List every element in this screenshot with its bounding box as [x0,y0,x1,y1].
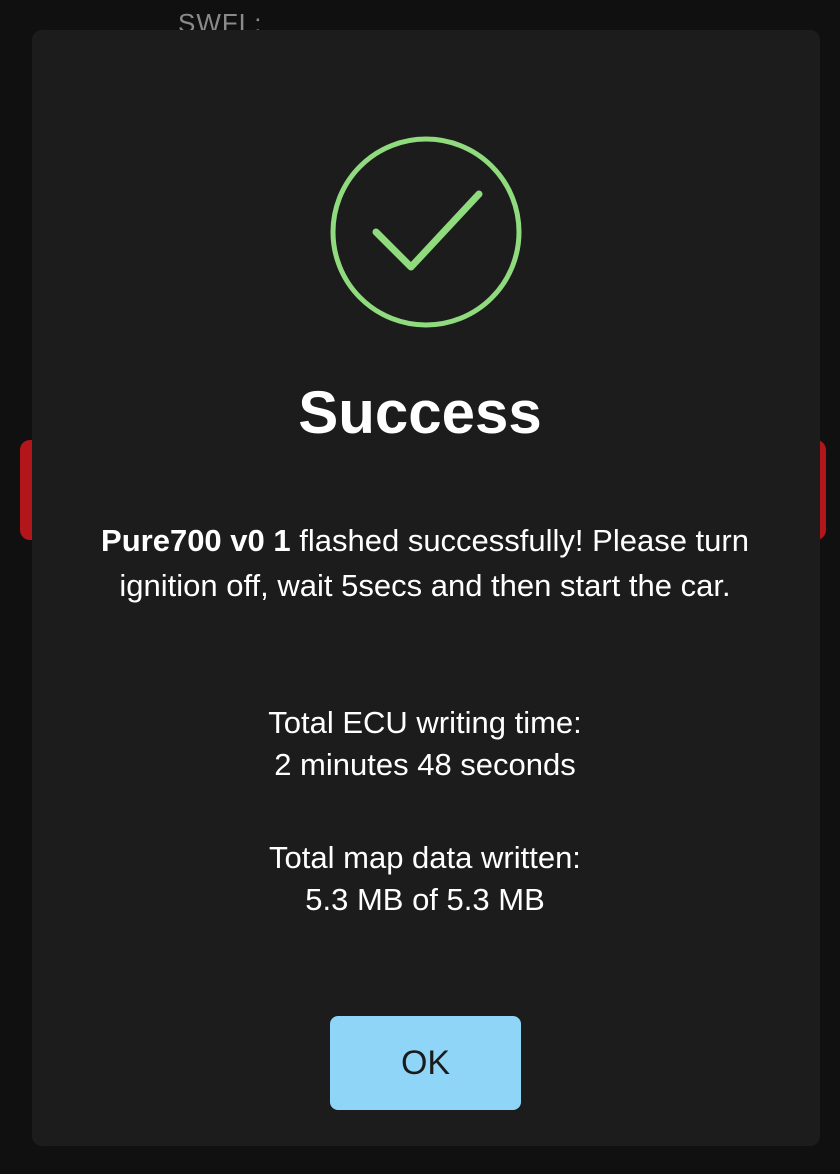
dialog-title: Success [298,379,542,446]
dialog-message: Pure700 v0 1 flashed successfully! Pleas… [70,518,780,608]
map-data-value: 5.3 MB of 5.3 MB [305,882,545,917]
writing-time-value: 2 minutes 48 seconds [274,747,576,782]
map-data-label: Total map data written: [269,840,581,875]
writing-time-stat: Total ECU writing time: 2 minutes 48 sec… [0,702,840,786]
check-circle-icon [330,136,522,328]
ok-button[interactable]: OK [330,1016,521,1110]
writing-time-label: Total ECU writing time: [268,705,582,740]
product-name: Pure700 v0 1 [101,523,291,558]
map-data-stat: Total map data written: 5.3 MB of 5.3 MB [0,837,840,921]
